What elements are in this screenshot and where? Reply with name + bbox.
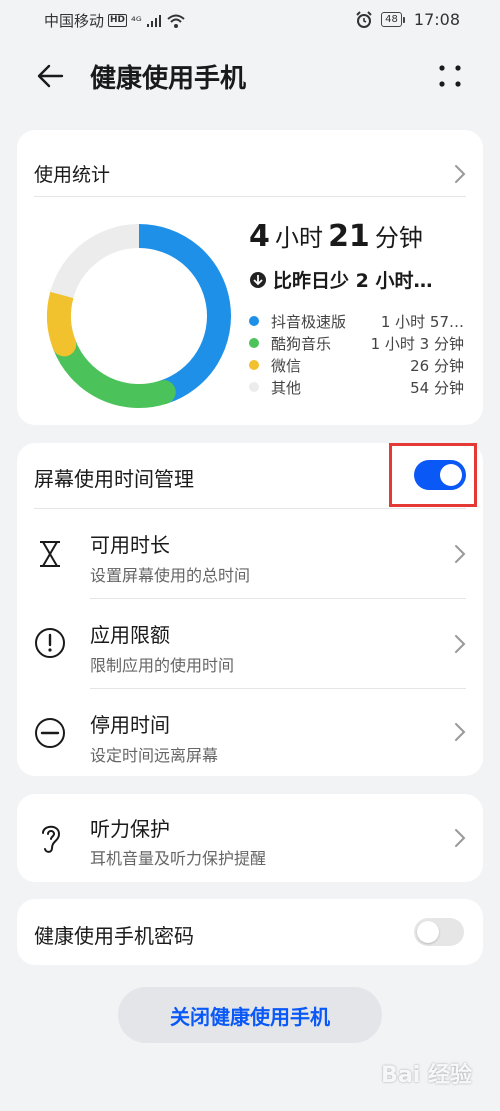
more-options-icon[interactable] (436, 62, 464, 90)
donut-segment-1 (52, 332, 176, 408)
legend-app-name: 抖音极速版 (271, 313, 347, 331)
hourglass-icon (40, 541, 60, 567)
comparison-text: 比昨日少 2 小时… (273, 270, 433, 292)
minutes-unit: 分钟 (374, 224, 423, 252)
legend-app-time: 54 分钟 (410, 379, 464, 397)
chevron-right-icon (455, 545, 466, 563)
legend-color-dot (249, 360, 259, 370)
watermark-logo: Bai 经验 (381, 1063, 472, 1088)
chevron-right-icon (455, 829, 466, 847)
divider (34, 196, 466, 197)
legend-app-name: 微信 (271, 357, 302, 375)
donut-segment-3 (50, 224, 140, 299)
minus-circle-icon (35, 718, 65, 748)
chevron-right-icon (455, 635, 466, 653)
legend-app-time: 1 小时 3 分钟 (370, 335, 464, 353)
legend-app-name: 酷狗音乐 (271, 335, 332, 353)
legend-app-name: 其他 (271, 379, 302, 397)
total-usage-time: 4 小时 21 分钟 (249, 218, 423, 254)
minutes-number: 21 (328, 219, 370, 254)
page-title: 健康使用手机 (90, 64, 247, 94)
alarm-clock-icon (356, 10, 372, 28)
app-limits-subtitle: 限制应用的使用时间 (90, 656, 235, 675)
close-healthy-usage-button[interactable]: 关闭健康使用手机 (118, 987, 382, 1043)
usage-statistics-title[interactable]: 使用统计 (34, 160, 110, 187)
password-card: 健康使用手机密码 (17, 899, 483, 965)
chevron-right-icon (455, 723, 466, 741)
downtime-title: 停用时间 (90, 713, 170, 737)
screen-time-management-card: 屏幕使用时间管理 可用时长 设置屏幕使用的总时间 应用限额 限制应用的使用时间 (17, 443, 483, 776)
hours-unit: 小时 (274, 224, 323, 252)
status-bar-left: 中国移动 HD ⁴ᴳ (44, 10, 186, 31)
password-title: 健康使用手机密码 (34, 924, 194, 948)
legend-app-time: 1 小时 57… (380, 313, 464, 331)
donut-segment-0 (127, 224, 231, 405)
toggle-knob (417, 921, 439, 943)
toggle-knob (440, 464, 462, 486)
signal-icon: ⁴ᴳ (131, 13, 142, 28)
hd-icon: HD (108, 14, 128, 27)
legend-item[interactable]: 抖音极速版 1 小时 57… (249, 310, 464, 332)
battery-icon: 48 (381, 12, 405, 27)
cellular-signal-icon (146, 14, 161, 27)
available-duration-subtitle: 设置屏幕使用的总时间 (90, 566, 251, 585)
hours-number: 4 (249, 219, 270, 254)
legend-item[interactable]: 其他 54 分钟 (249, 376, 464, 398)
usage-donut-chart[interactable] (39, 216, 239, 416)
carrier-label: 中国移动 (44, 12, 105, 30)
legend-app-time: 26 分钟 (410, 357, 464, 375)
legend-item[interactable]: 微信 26 分钟 (249, 354, 464, 376)
legend-color-dot (249, 338, 259, 348)
legend-item[interactable]: 酷狗音乐 1 小时 3 分钟 (249, 332, 464, 354)
hearing-protection-subtitle: 耳机音量及听力保护提醒 (90, 849, 267, 868)
screen-time-management-title: 屏幕使用时间管理 (34, 467, 194, 491)
wifi-icon (167, 14, 185, 28)
legend-color-dot (249, 316, 259, 326)
status-bar-right: 48 17:08 (355, 10, 460, 29)
usage-statistics-card: 使用统计 4 小时 21 分钟 比昨日少 2 小时… 抖音极速版 1 小时 57… (17, 130, 483, 425)
back-arrow-icon[interactable] (34, 60, 66, 92)
legend-color-dot (249, 382, 259, 392)
password-toggle[interactable] (414, 918, 464, 946)
available-duration-row[interactable]: 可用时长 设置屏幕使用的总时间 (17, 509, 483, 598)
exclamation-circle-icon (35, 628, 65, 658)
clock-time: 17:08 (413, 10, 460, 29)
donut-segment-2 (47, 282, 77, 357)
downtime-row[interactable]: 停用时间 设定时间远离屏幕 (17, 689, 483, 776)
down-arrow-circle-icon (250, 271, 266, 288)
app-limits-title: 应用限额 (90, 623, 170, 647)
downtime-subtitle: 设定时间远离屏幕 (90, 746, 219, 765)
app-usage-legend: 抖音极速版 1 小时 57… 酷狗音乐 1 小时 3 分钟 微信 26 分钟 其… (249, 310, 464, 410)
hearing-protection-title: 听力保护 (90, 817, 170, 841)
usage-comparison: 比昨日少 2 小时… (249, 266, 432, 293)
ear-icon (42, 825, 61, 853)
hearing-protection-card[interactable]: 听力保护 耳机音量及听力保护提醒 (17, 794, 483, 882)
available-duration-title: 可用时长 (90, 533, 170, 557)
app-limits-row[interactable]: 应用限额 限制应用的使用时间 (17, 599, 483, 688)
chevron-right-icon[interactable] (453, 163, 467, 185)
screen-time-management-toggle[interactable] (414, 460, 466, 490)
